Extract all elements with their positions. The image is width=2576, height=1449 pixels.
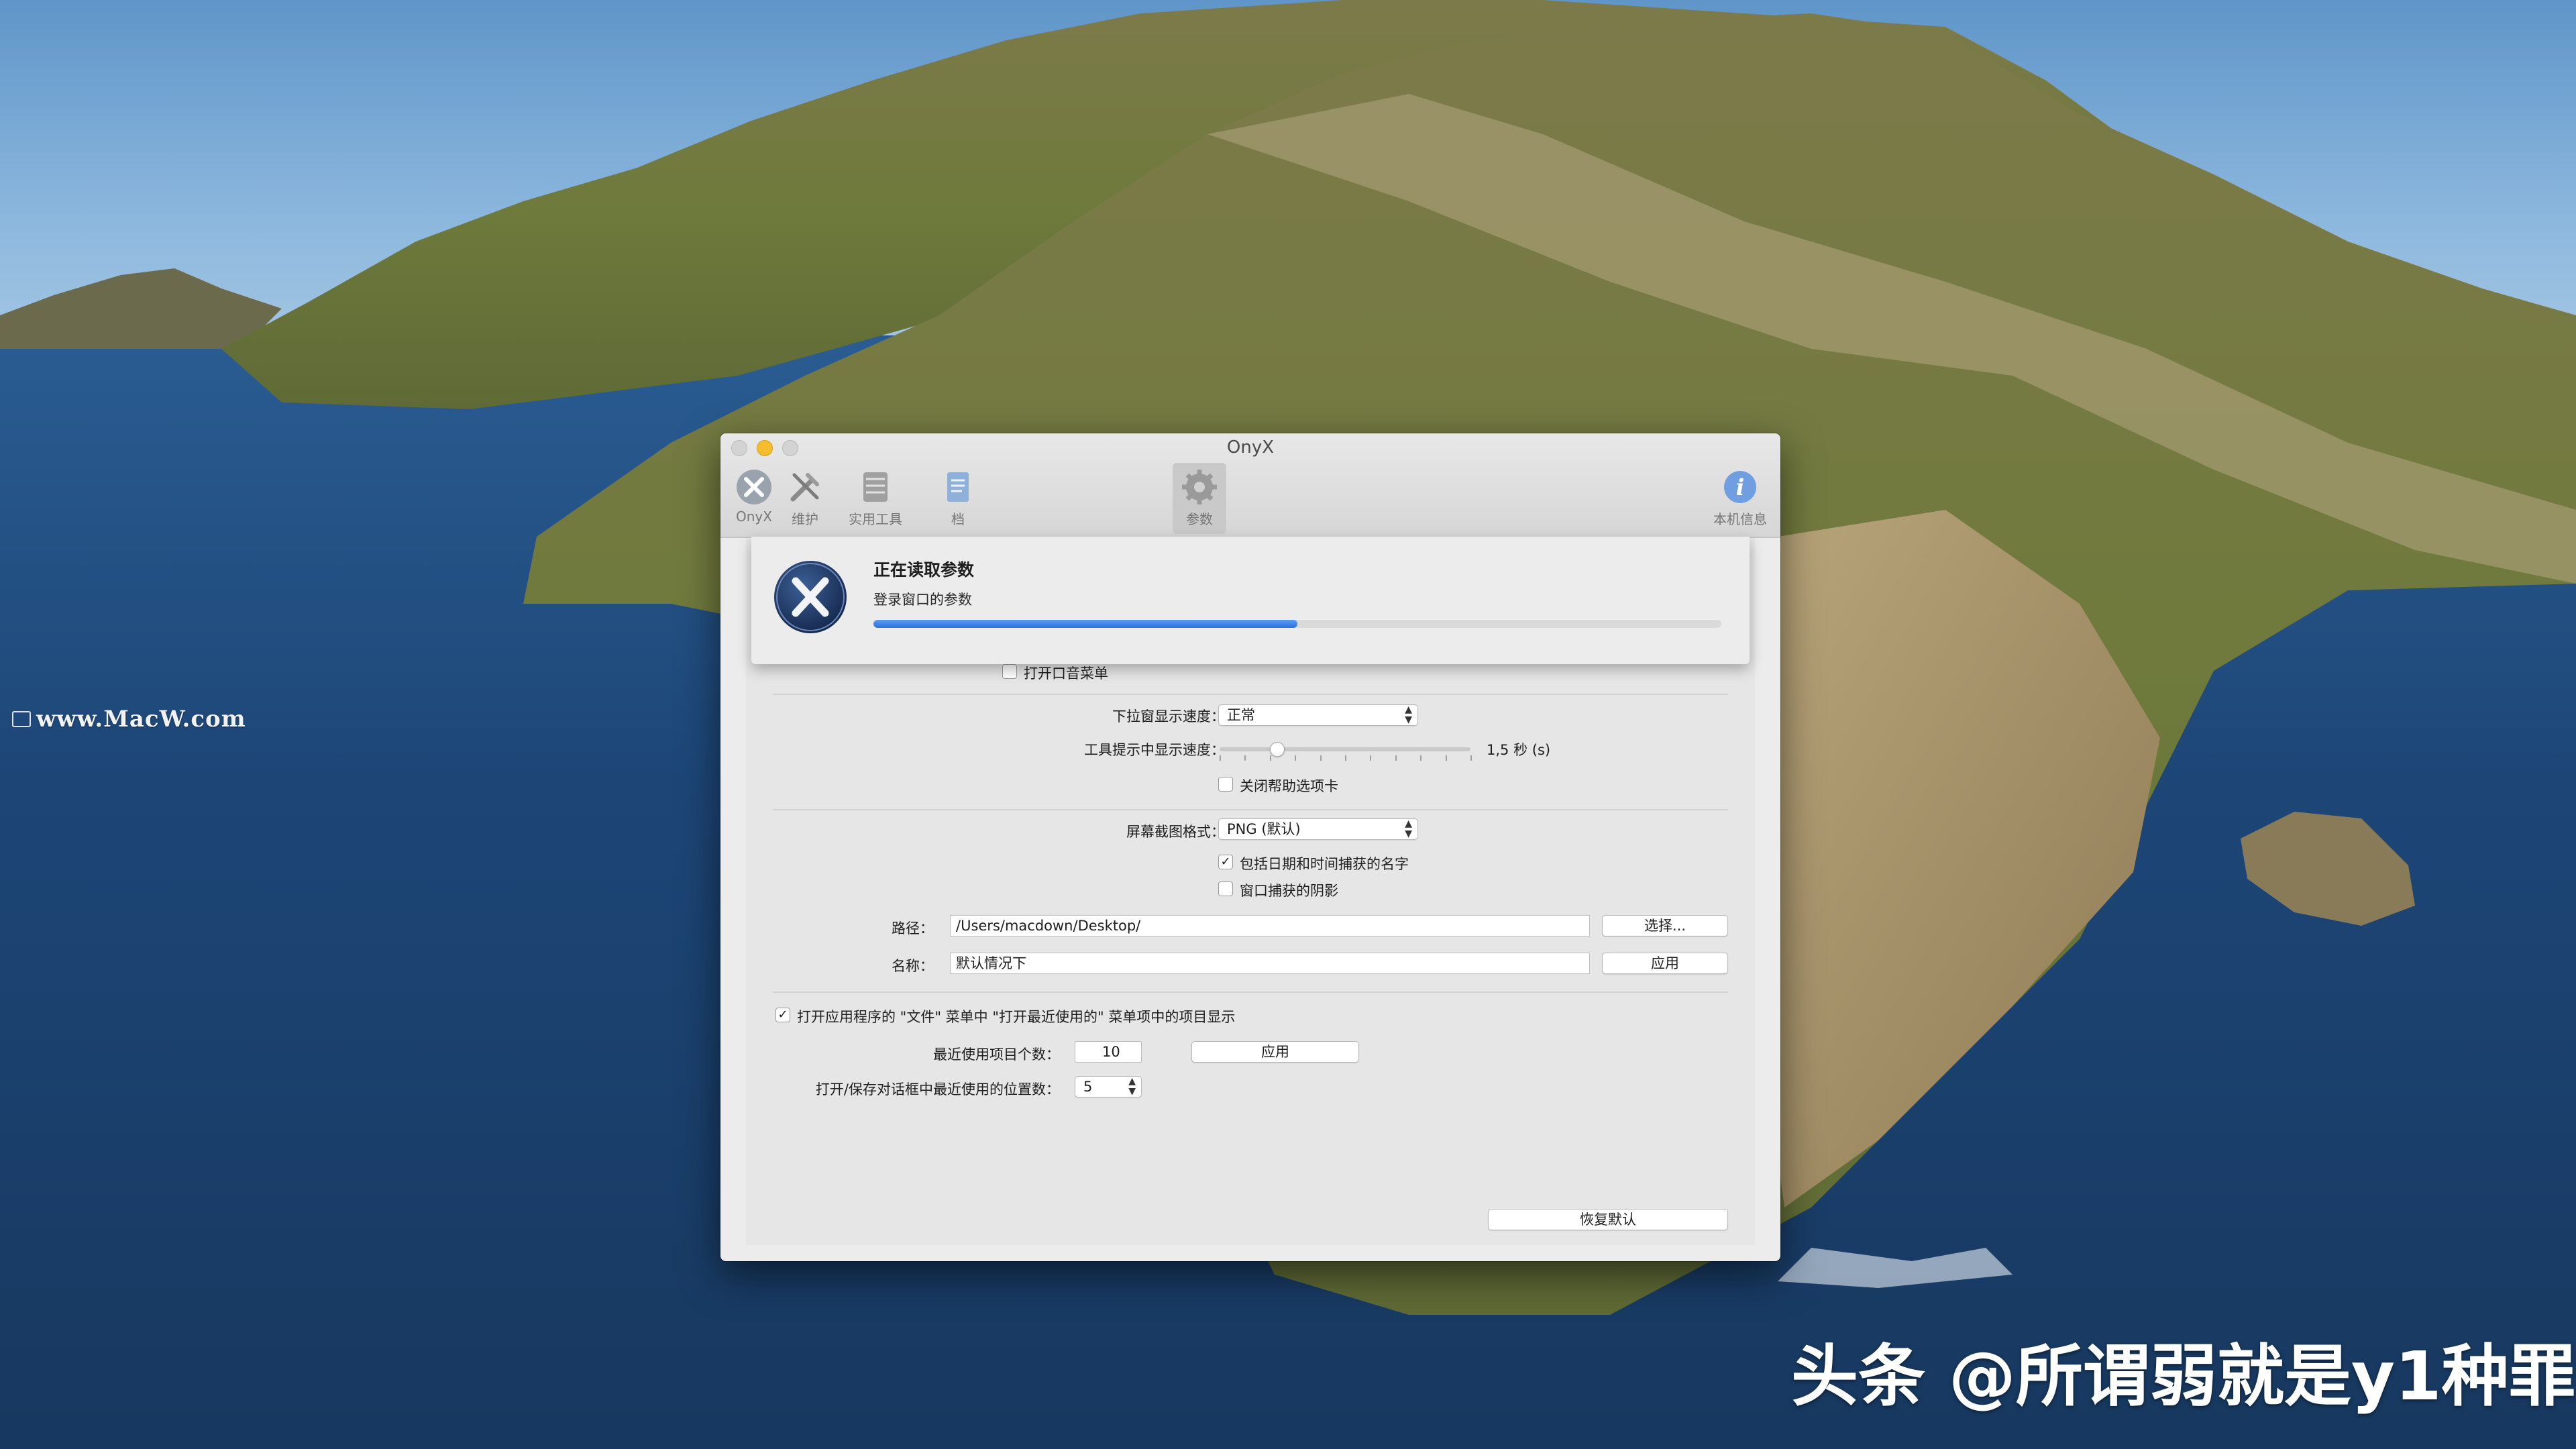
slider-tick	[1320, 755, 1322, 761]
toolbar-item-utilities[interactable]: 实用工具	[839, 463, 912, 534]
svg-text:i: i	[1736, 474, 1745, 501]
slider-tick	[1395, 755, 1397, 761]
info-icon: i	[1724, 471, 1756, 503]
toolbar-label: 实用工具	[849, 511, 902, 527]
recent-items-display-checkbox[interactable]: ✓	[775, 1008, 790, 1022]
toolbar-label: 参数	[1186, 511, 1213, 527]
recent-locations-value: 5	[1083, 1079, 1093, 1095]
recent-locations-popup[interactable]: 5 ▲ ▼	[1075, 1076, 1142, 1097]
separator	[773, 809, 1728, 810]
progress-bar	[873, 620, 1721, 628]
open-sound-menu-label: 打开口音菜单	[1024, 665, 1108, 682]
slider-tick	[1420, 755, 1422, 761]
progress-bar-fill	[873, 620, 1297, 628]
recent-items-count-value: 10	[1102, 1044, 1120, 1060]
path-label: 路径：	[892, 920, 934, 936]
recent-items-count-label: 最近使用项目个数：	[933, 1046, 1060, 1063]
screenshot-format-popup[interactable]: PNG (默认) ▲ ▼	[1218, 818, 1418, 840]
utilities-icon	[863, 472, 888, 502]
tooltip-speed-slider-knob[interactable]	[1270, 742, 1285, 757]
dropdown-speed-popup[interactable]: 正常 ▲ ▼	[1218, 704, 1418, 726]
toolbar-label: 本机信息	[1713, 511, 1767, 527]
apply-recent-count-button[interactable]: 应用	[1191, 1041, 1359, 1063]
restore-defaults-button[interactable]: 恢复默认	[1488, 1209, 1728, 1230]
toolbar-item-maintenance[interactable]: 维护	[778, 463, 832, 534]
monitor-icon	[12, 711, 31, 727]
dropdown-speed-value: 正常	[1227, 707, 1255, 723]
recent-locations-label: 打开/保存对话框中最近使用的位置数：	[815, 1081, 1060, 1097]
slider-tick	[1269, 755, 1271, 761]
toolbar-label: 档	[951, 511, 965, 527]
popup-arrows-icon: ▲ ▼	[1128, 1076, 1136, 1097]
open-sound-menu-checkbox[interactable]	[1002, 664, 1017, 679]
path-field[interactable]: /Users/macdown/Desktop/	[950, 915, 1590, 936]
onyx-logo-icon	[737, 470, 771, 504]
tooltip-speed-label: 工具提示中显示速度：	[1084, 742, 1225, 758]
choose-path-button[interactable]: 选择...	[1602, 915, 1728, 936]
screenshot-format-label: 屏幕截图格式：	[1126, 824, 1225, 840]
separator	[773, 991, 1728, 993]
recent-items-count-field[interactable]: 10	[1075, 1041, 1142, 1063]
progress-sheet: 正在读取参数 登录窗口的参数	[751, 537, 1750, 664]
tooltip-speed-slider-track[interactable]	[1220, 747, 1470, 751]
document-icon	[947, 472, 969, 502]
toolbar-item-parameters[interactable]: 参数	[1173, 463, 1226, 534]
recent-items-display-label: 打开应用程序的 "文件" 菜单中 "打开最近使用的" 菜单项中的项目显示	[797, 1009, 1236, 1025]
toolbar-item-documents[interactable]: 档	[931, 463, 985, 534]
include-datetime-label: 包括日期和时间捕获的名字	[1240, 856, 1409, 872]
window-shadow-checkbox[interactable]	[1218, 881, 1233, 896]
slider-tick	[1220, 755, 1221, 761]
tools-icon	[790, 473, 819, 502]
toolbar-label: 维护	[792, 511, 818, 527]
toolbar-item-info[interactable]: i 本机信息	[1707, 463, 1774, 534]
window-title: OnyX	[1226, 437, 1275, 458]
slider-tick	[1370, 755, 1372, 761]
popup-arrows-icon: ▲ ▼	[1405, 818, 1412, 839]
titlebar: OnyX OnyX 维护 实用工具 档 参数 i 本机信息	[720, 433, 1780, 538]
toolbar-label: OnyX	[736, 508, 772, 525]
slider-tick	[1244, 755, 1246, 761]
progress-title: 正在读取参数	[873, 560, 975, 580]
tooltip-speed-value: 1,5 秒 (s)	[1487, 742, 1551, 758]
close-help-tabs-label: 关闭帮助选项卡	[1240, 778, 1338, 794]
macw-watermark-text: www.MacW.com	[36, 706, 246, 733]
macw-watermark: www.MacW.com	[12, 706, 246, 733]
dropdown-speed-label: 下拉窗显示速度：	[1112, 708, 1225, 724]
author-watermark: 头条 @所谓弱就是y1种罪	[1791, 1337, 2576, 1415]
onyx-window: OnyX OnyX 维护 实用工具 档 参数 i 本机信息 打开口音菜单 下拉窗…	[720, 433, 1780, 1261]
slider-tick	[1445, 755, 1447, 761]
toolbar-item-onyx[interactable]: OnyX	[727, 463, 781, 534]
progress-subtitle: 登录窗口的参数	[873, 592, 972, 608]
gear-icon	[1182, 470, 1217, 504]
slider-tick	[1295, 755, 1297, 761]
onyx-app-icon	[774, 561, 847, 633]
separator	[773, 694, 1728, 695]
slider-tick	[1470, 755, 1472, 761]
include-datetime-checkbox[interactable]: ✓	[1218, 855, 1233, 869]
apply-name-button[interactable]: 应用	[1602, 953, 1728, 974]
close-help-tabs-checkbox[interactable]	[1218, 777, 1233, 792]
popup-arrows-icon: ▲ ▼	[1405, 704, 1412, 725]
slider-tick	[1345, 755, 1346, 761]
name-label: 名称：	[892, 958, 934, 974]
screenshot-format-value: PNG (默认)	[1227, 821, 1301, 837]
window-shadow-label: 窗口捕获的阴影	[1240, 883, 1338, 899]
name-field[interactable]: 默认情况下	[950, 953, 1590, 974]
